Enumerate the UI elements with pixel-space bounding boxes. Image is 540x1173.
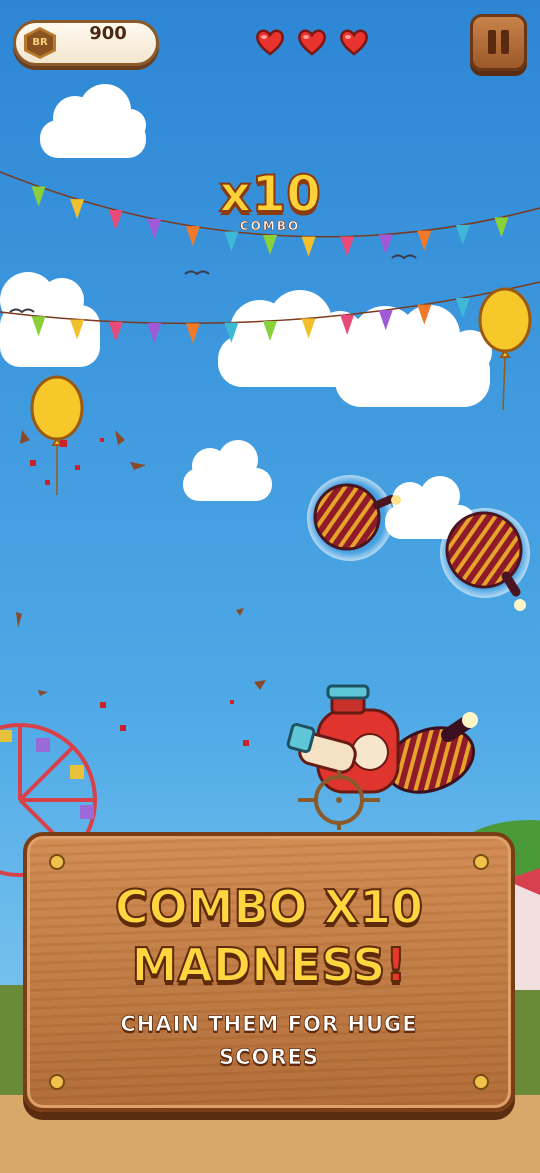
lives <box>254 26 374 60</box>
panel-subtitle: CHAIN THEM FOR HUGE SCORES <box>67 1008 471 1074</box>
coin-counter: BR 900 <box>13 20 159 66</box>
combo-indicator: x10 COMBO <box>200 164 340 240</box>
rivet <box>49 854 65 870</box>
rivet <box>473 1074 489 1090</box>
coin-badge-icon: BR <box>24 27 56 59</box>
panel-title-line2: MADNESS! <box>27 936 511 994</box>
heart-icon <box>340 29 368 56</box>
combo-banner-panel: COMBO X10 MADNESS! CHAIN THEM FOR HUGE S… <box>23 832 515 1112</box>
pause-icon <box>488 30 496 54</box>
combo-value: x10 <box>218 164 322 224</box>
coin-value: 900 <box>89 23 127 44</box>
rivet <box>49 1074 65 1090</box>
pause-icon <box>501 30 509 54</box>
heart-icon <box>256 29 284 56</box>
panel-subtitle-line1: CHAIN THEM FOR HUGE <box>120 1012 418 1037</box>
panel-title: COMBO X10 MADNESS! <box>27 878 511 994</box>
heart-icon <box>298 29 326 56</box>
pause-button[interactable] <box>470 14 527 71</box>
panel-title-line1: COMBO X10 <box>114 879 424 935</box>
panel-subtitle-line2: SCORES <box>218 1045 320 1070</box>
exclamation-mark: ! <box>384 937 407 993</box>
coin-badge-label: BR <box>27 30 53 56</box>
panel-title-word: MADNESS <box>131 937 387 993</box>
rivet <box>473 854 489 870</box>
